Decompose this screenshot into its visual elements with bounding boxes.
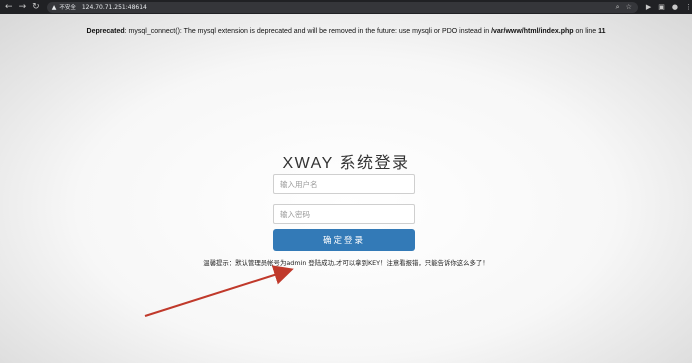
extension-icons: ▶ ▣ ● ⋮: [646, 3, 692, 11]
reload-icon[interactable]: ↻: [29, 0, 43, 14]
forward-arrow-icon[interactable]: →: [16, 0, 30, 14]
media-play-icon[interactable]: ▶: [646, 3, 651, 11]
browser-toolbar: ← → ↻ ▲ 不安全 124.70.71.251:48614 ⌕ ☆ ▶ ▣ …: [0, 0, 692, 14]
menu-icon[interactable]: ⋮: [685, 3, 692, 11]
url-text[interactable]: 124.70.71.251:48614: [82, 4, 147, 11]
annotation-arrow-line: [144, 265, 294, 317]
page-body: Deprecated: mysql_connect(): The mysql e…: [0, 14, 692, 363]
deprecated-line: 11: [598, 28, 606, 35]
deprecation-warning: Deprecated: mysql_connect(): The mysql e…: [0, 28, 692, 35]
username-input[interactable]: [273, 174, 415, 194]
star-icon[interactable]: ☆: [626, 3, 632, 11]
back-arrow-icon[interactable]: ←: [2, 0, 16, 14]
search-icon[interactable]: ⌕: [616, 3, 620, 12]
login-submit-button[interactable]: 确定登录: [273, 229, 415, 251]
login-tip: 温馨提示：默认管理员帐号为admin 登陆成功,才可以拿到KEY！注意看报错，只…: [203, 259, 489, 267]
deprecated-label: Deprecated: [86, 28, 125, 35]
warning-icon: ▲: [51, 3, 57, 11]
deprecated-line-prefix: on line: [573, 28, 599, 35]
profile-icon[interactable]: ●: [672, 3, 678, 11]
deprecated-message: : mysql_connect(): The mysql extension i…: [124, 28, 492, 35]
address-bar-actions: ⌕ ☆: [616, 3, 638, 12]
password-input[interactable]: [273, 204, 415, 224]
extensions-icon[interactable]: ▣: [658, 3, 665, 11]
deprecated-path: /var/www/html/index.php: [491, 28, 574, 35]
insecure-label: 不安全: [59, 5, 76, 11]
login-title: XWAY 系统登录: [282, 155, 410, 172]
address-bar[interactable]: ▲ 不安全 124.70.71.251:48614 ⌕ ☆: [46, 1, 638, 13]
